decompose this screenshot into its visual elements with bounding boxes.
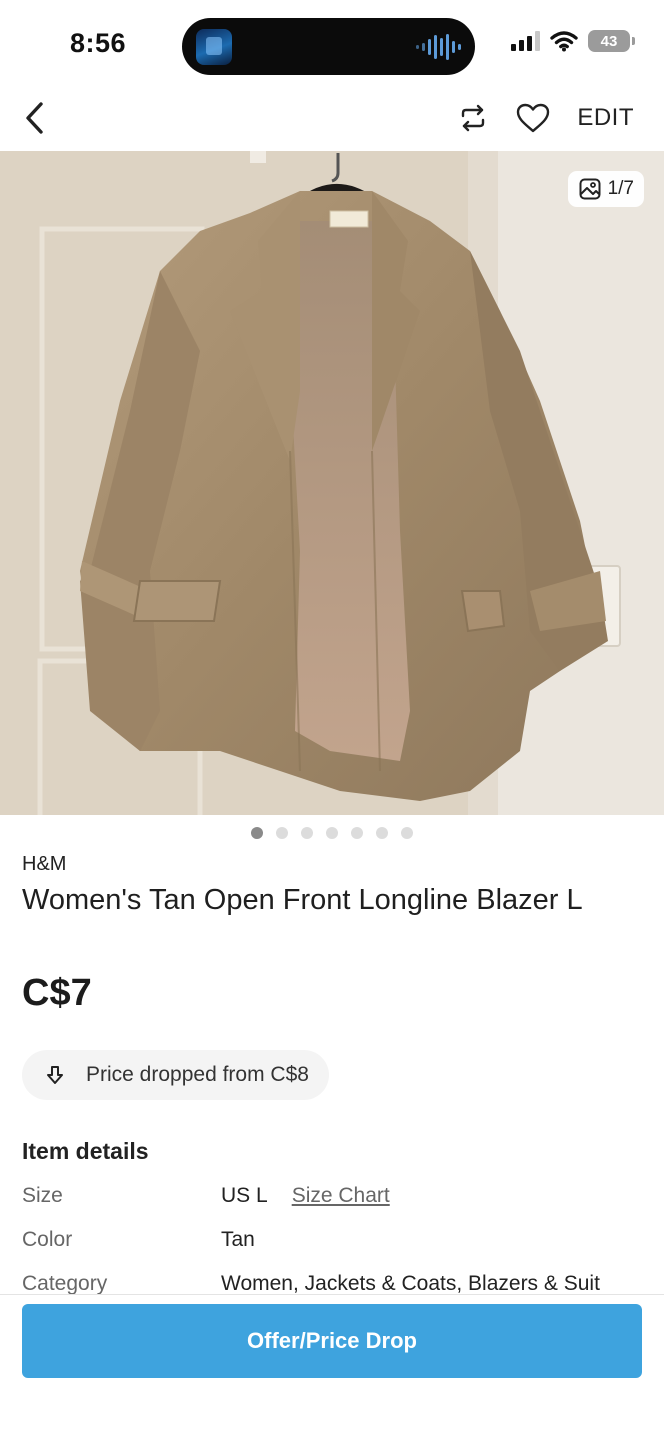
size-value: US L [221, 1184, 268, 1207]
repost-icon [462, 104, 485, 132]
cellular-signal-icon [511, 31, 540, 51]
battery-level: 43 [600, 32, 618, 50]
carousel-dot[interactable] [251, 827, 263, 839]
share-button[interactable] [453, 98, 493, 138]
brand-name[interactable]: H&M [22, 853, 66, 876]
back-button[interactable] [14, 98, 54, 138]
detail-value: US L Size Chart [221, 1184, 390, 1208]
detail-value[interactable]: Women, Jackets & Coats, Blazers & Suit [221, 1272, 600, 1296]
photo-counter-text: 1/7 [607, 178, 634, 199]
battery-icon: 43 [588, 30, 635, 52]
wifi-icon [550, 31, 578, 52]
bottom-action-bar: Offer/Price Drop [0, 1294, 664, 1440]
size-chart-link[interactable]: Size Chart [292, 1184, 390, 1207]
carousel-dot[interactable] [376, 827, 388, 839]
edit-button[interactable]: EDIT [577, 104, 634, 132]
listing-title: Women's Tan Open Front Longline Blazer L [22, 884, 583, 916]
status-bar: 8:56 43 [0, 0, 664, 90]
price-drop-text: Price dropped from C$8 [86, 1063, 309, 1086]
carousel-dot[interactable] [351, 827, 363, 839]
status-icons: 43 [511, 30, 635, 52]
item-details-heading: Item details [22, 1138, 149, 1164]
detail-value: Tan [221, 1228, 255, 1251]
detail-label: Size [22, 1184, 63, 1207]
photo-counter[interactable]: 1/7 [567, 171, 644, 207]
carousel-dot[interactable] [326, 827, 338, 839]
carousel-dot[interactable] [276, 827, 288, 839]
nav-actions: EDIT [453, 98, 634, 138]
heart-icon [517, 103, 550, 133]
dynamic-island[interactable] [182, 18, 475, 75]
gallery-icon [579, 178, 601, 200]
offer-price-drop-button[interactable]: Offer/Price Drop [22, 1304, 642, 1378]
listing-price: C$7 [22, 972, 92, 1014]
status-time: 8:56 [70, 28, 127, 58]
detail-label: Category [22, 1272, 108, 1295]
carousel-dot[interactable] [401, 827, 413, 839]
blazer-image [0, 151, 664, 815]
arrow-down-icon [47, 1066, 63, 1084]
price-drop-badge: Price dropped from C$8 [22, 1050, 329, 1100]
now-playing-app-icon [196, 29, 232, 65]
product-photo[interactable]: 1/7 [0, 151, 664, 815]
audio-waveform-icon [416, 34, 461, 60]
nav-bar: EDIT [0, 90, 664, 150]
carousel-dot[interactable] [301, 827, 313, 839]
carousel-dots [0, 827, 664, 839]
chevron-left-icon [26, 102, 43, 134]
detail-label: Color [22, 1228, 73, 1251]
like-button[interactable] [513, 98, 553, 138]
